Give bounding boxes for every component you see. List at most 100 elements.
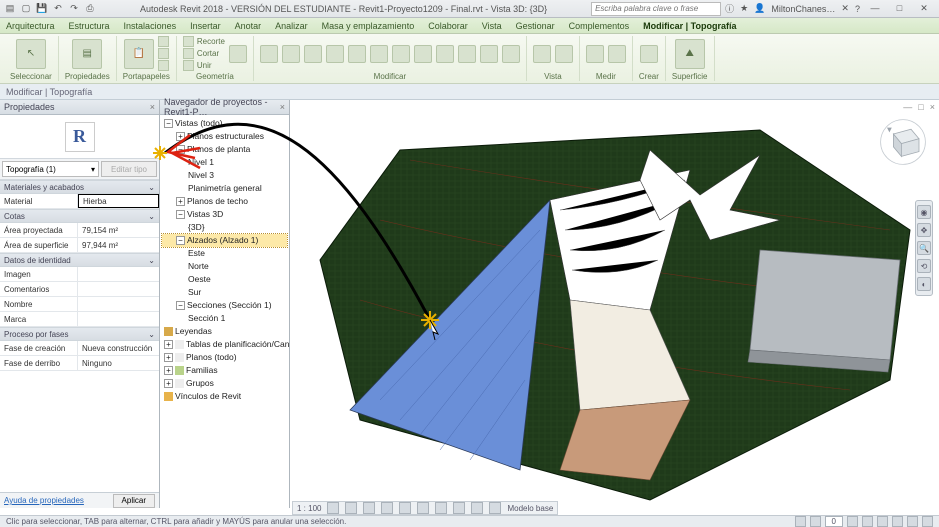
collapse-icon[interactable]: − bbox=[164, 119, 173, 128]
create-icon[interactable] bbox=[640, 45, 658, 63]
tree-node-planos-estructurales[interactable]: +Planos estructurales bbox=[162, 130, 287, 143]
view-icon1[interactable] bbox=[533, 45, 551, 63]
viewport-3d[interactable]: — □ × bbox=[290, 100, 939, 508]
select-underlay-icon[interactable] bbox=[877, 516, 888, 527]
select-face-icon[interactable] bbox=[907, 516, 918, 527]
select-pinned-icon[interactable] bbox=[892, 516, 903, 527]
split-icon[interactable] bbox=[414, 45, 432, 63]
tree-node-familias[interactable]: +Familias bbox=[162, 364, 287, 377]
pan-icon[interactable]: ✥ bbox=[917, 223, 931, 237]
exchange-icon[interactable]: ✕ bbox=[841, 3, 849, 14]
redo-icon[interactable]: ↷ bbox=[68, 3, 80, 15]
tree-node-vinculos[interactable]: Vínculos de Revit bbox=[162, 390, 287, 403]
apply-button[interactable]: Aplicar bbox=[113, 494, 155, 508]
tree-node-oeste[interactable]: Oeste bbox=[162, 273, 287, 286]
measure-icon[interactable] bbox=[586, 45, 604, 63]
join-icon[interactable] bbox=[183, 60, 194, 71]
collapse-icon[interactable]: − bbox=[176, 301, 185, 310]
project-tree[interactable]: −Vistas (todo) +Planos estructurales −Pl… bbox=[160, 115, 289, 508]
tree-node-seccion1[interactable]: Sección 1 bbox=[162, 312, 287, 325]
tree-node-3d[interactable]: {3D} bbox=[162, 221, 287, 234]
model-display-label[interactable]: Modelo base bbox=[507, 504, 553, 513]
copy-icon[interactable] bbox=[348, 45, 366, 63]
detail-level-icon[interactable] bbox=[327, 502, 339, 514]
orbit-icon[interactable]: ⟲ bbox=[917, 259, 931, 273]
tab-estructura[interactable]: Estructura bbox=[69, 21, 110, 31]
array-icon[interactable] bbox=[436, 45, 454, 63]
help-search-input[interactable] bbox=[591, 2, 721, 16]
print-icon[interactable]: ⎙ bbox=[84, 3, 96, 15]
crop-region-icon[interactable] bbox=[435, 502, 447, 514]
pin-icon[interactable] bbox=[480, 45, 498, 63]
star-icon[interactable]: ★ bbox=[740, 3, 748, 14]
copy-clip-icon[interactable] bbox=[158, 48, 169, 59]
crop-icon[interactable] bbox=[417, 502, 429, 514]
sun-path-icon[interactable] bbox=[363, 502, 375, 514]
cut-clip-icon[interactable] bbox=[158, 36, 169, 47]
select-links-icon[interactable] bbox=[862, 516, 873, 527]
tree-node-planos-todo[interactable]: +Planos (todo) bbox=[162, 351, 287, 364]
tab-gestionar[interactable]: Gestionar bbox=[516, 21, 555, 31]
tab-insertar[interactable]: Insertar bbox=[190, 21, 221, 31]
move-icon[interactable] bbox=[326, 45, 344, 63]
home-icon[interactable] bbox=[887, 128, 892, 133]
expand-icon[interactable]: + bbox=[176, 197, 185, 206]
properties-help-link[interactable]: Ayuda de propiedades bbox=[4, 496, 84, 505]
tree-node-norte[interactable]: Norte bbox=[162, 260, 287, 273]
temp-hide-icon[interactable] bbox=[471, 502, 483, 514]
tree-node-secciones[interactable]: −Secciones (Sección 1) bbox=[162, 299, 287, 312]
match-icon[interactable] bbox=[158, 60, 169, 71]
lookat-icon[interactable]: ◐ bbox=[917, 277, 931, 291]
tab-masa[interactable]: Masa y emplazamiento bbox=[322, 21, 415, 31]
expand-icon[interactable]: + bbox=[164, 340, 173, 349]
tree-node-vistas[interactable]: −Vistas (todo) bbox=[162, 117, 287, 130]
tree-node-sur[interactable]: Sur bbox=[162, 286, 287, 299]
properties-icon[interactable]: ▤ bbox=[72, 39, 102, 69]
reveal-icon[interactable] bbox=[489, 502, 501, 514]
tree-node-nivel1[interactable]: Nivel 1 bbox=[162, 156, 287, 169]
instance-filter-combo[interactable]: Topografía (1)▾ bbox=[2, 161, 99, 177]
collapse-icon[interactable]: − bbox=[176, 145, 185, 154]
help-icon[interactable]: ? bbox=[855, 4, 860, 14]
tab-vista[interactable]: Vista bbox=[482, 21, 502, 31]
material-value-field[interactable]: Hierba bbox=[78, 194, 159, 208]
prop-row-material[interactable]: Material Hierba bbox=[0, 194, 159, 209]
edit-surface-icon[interactable]: ⛰ bbox=[675, 39, 705, 69]
app-menu-icon[interactable]: ▤ bbox=[4, 3, 16, 15]
undo-icon[interactable]: ↶ bbox=[52, 3, 64, 15]
view-cube[interactable] bbox=[879, 118, 927, 166]
close-button[interactable]: ✕ bbox=[913, 3, 935, 14]
maximize-button[interactable]: □ bbox=[888, 3, 910, 13]
collapse-icon[interactable]: − bbox=[176, 236, 185, 245]
tree-node-planos-planta[interactable]: −Planos de planta bbox=[162, 143, 287, 156]
cat-cotas[interactable]: Cotas⌄ bbox=[0, 209, 159, 223]
filter-icon[interactable] bbox=[847, 516, 858, 527]
scale-icon[interactable] bbox=[458, 45, 476, 63]
collapse-icon[interactable]: − bbox=[176, 210, 185, 219]
paste-icon[interactable]: 📋 bbox=[124, 39, 154, 69]
delete-icon[interactable] bbox=[502, 45, 520, 63]
align-icon[interactable] bbox=[260, 45, 278, 63]
zoom-icon[interactable]: 🔍 bbox=[917, 241, 931, 255]
visual-style-icon[interactable] bbox=[345, 502, 357, 514]
properties-close-icon[interactable]: × bbox=[150, 102, 155, 112]
user-name-label[interactable]: MiltonChanes… bbox=[771, 4, 835, 14]
tree-node-tablas[interactable]: +Tablas de planificación/Cantidades bbox=[162, 338, 287, 351]
expand-icon[interactable]: + bbox=[164, 379, 173, 388]
shadows-icon[interactable] bbox=[381, 502, 393, 514]
prop-row-nombre[interactable]: Nombre bbox=[0, 297, 159, 312]
edit-type-button[interactable]: Editar tipo bbox=[101, 161, 157, 177]
prop-row-imagen[interactable]: Imagen bbox=[0, 267, 159, 282]
scale-label[interactable]: 1 : 100 bbox=[297, 504, 321, 513]
geom-extra-icon[interactable] bbox=[229, 45, 247, 63]
signin-icon[interactable]: 👤 bbox=[754, 3, 765, 14]
tab-anotar[interactable]: Anotar bbox=[235, 21, 262, 31]
worksets-icon[interactable] bbox=[795, 516, 806, 527]
save-icon[interactable]: 💾 bbox=[36, 3, 48, 15]
expand-icon[interactable]: + bbox=[176, 132, 185, 141]
tree-node-vistas3d[interactable]: −Vistas 3D bbox=[162, 208, 287, 221]
tree-node-grupos[interactable]: +Grupos bbox=[162, 377, 287, 390]
open-icon[interactable]: ▢ bbox=[20, 3, 32, 15]
dimension-icon[interactable] bbox=[608, 45, 626, 63]
minimize-button[interactable]: — bbox=[864, 3, 886, 13]
